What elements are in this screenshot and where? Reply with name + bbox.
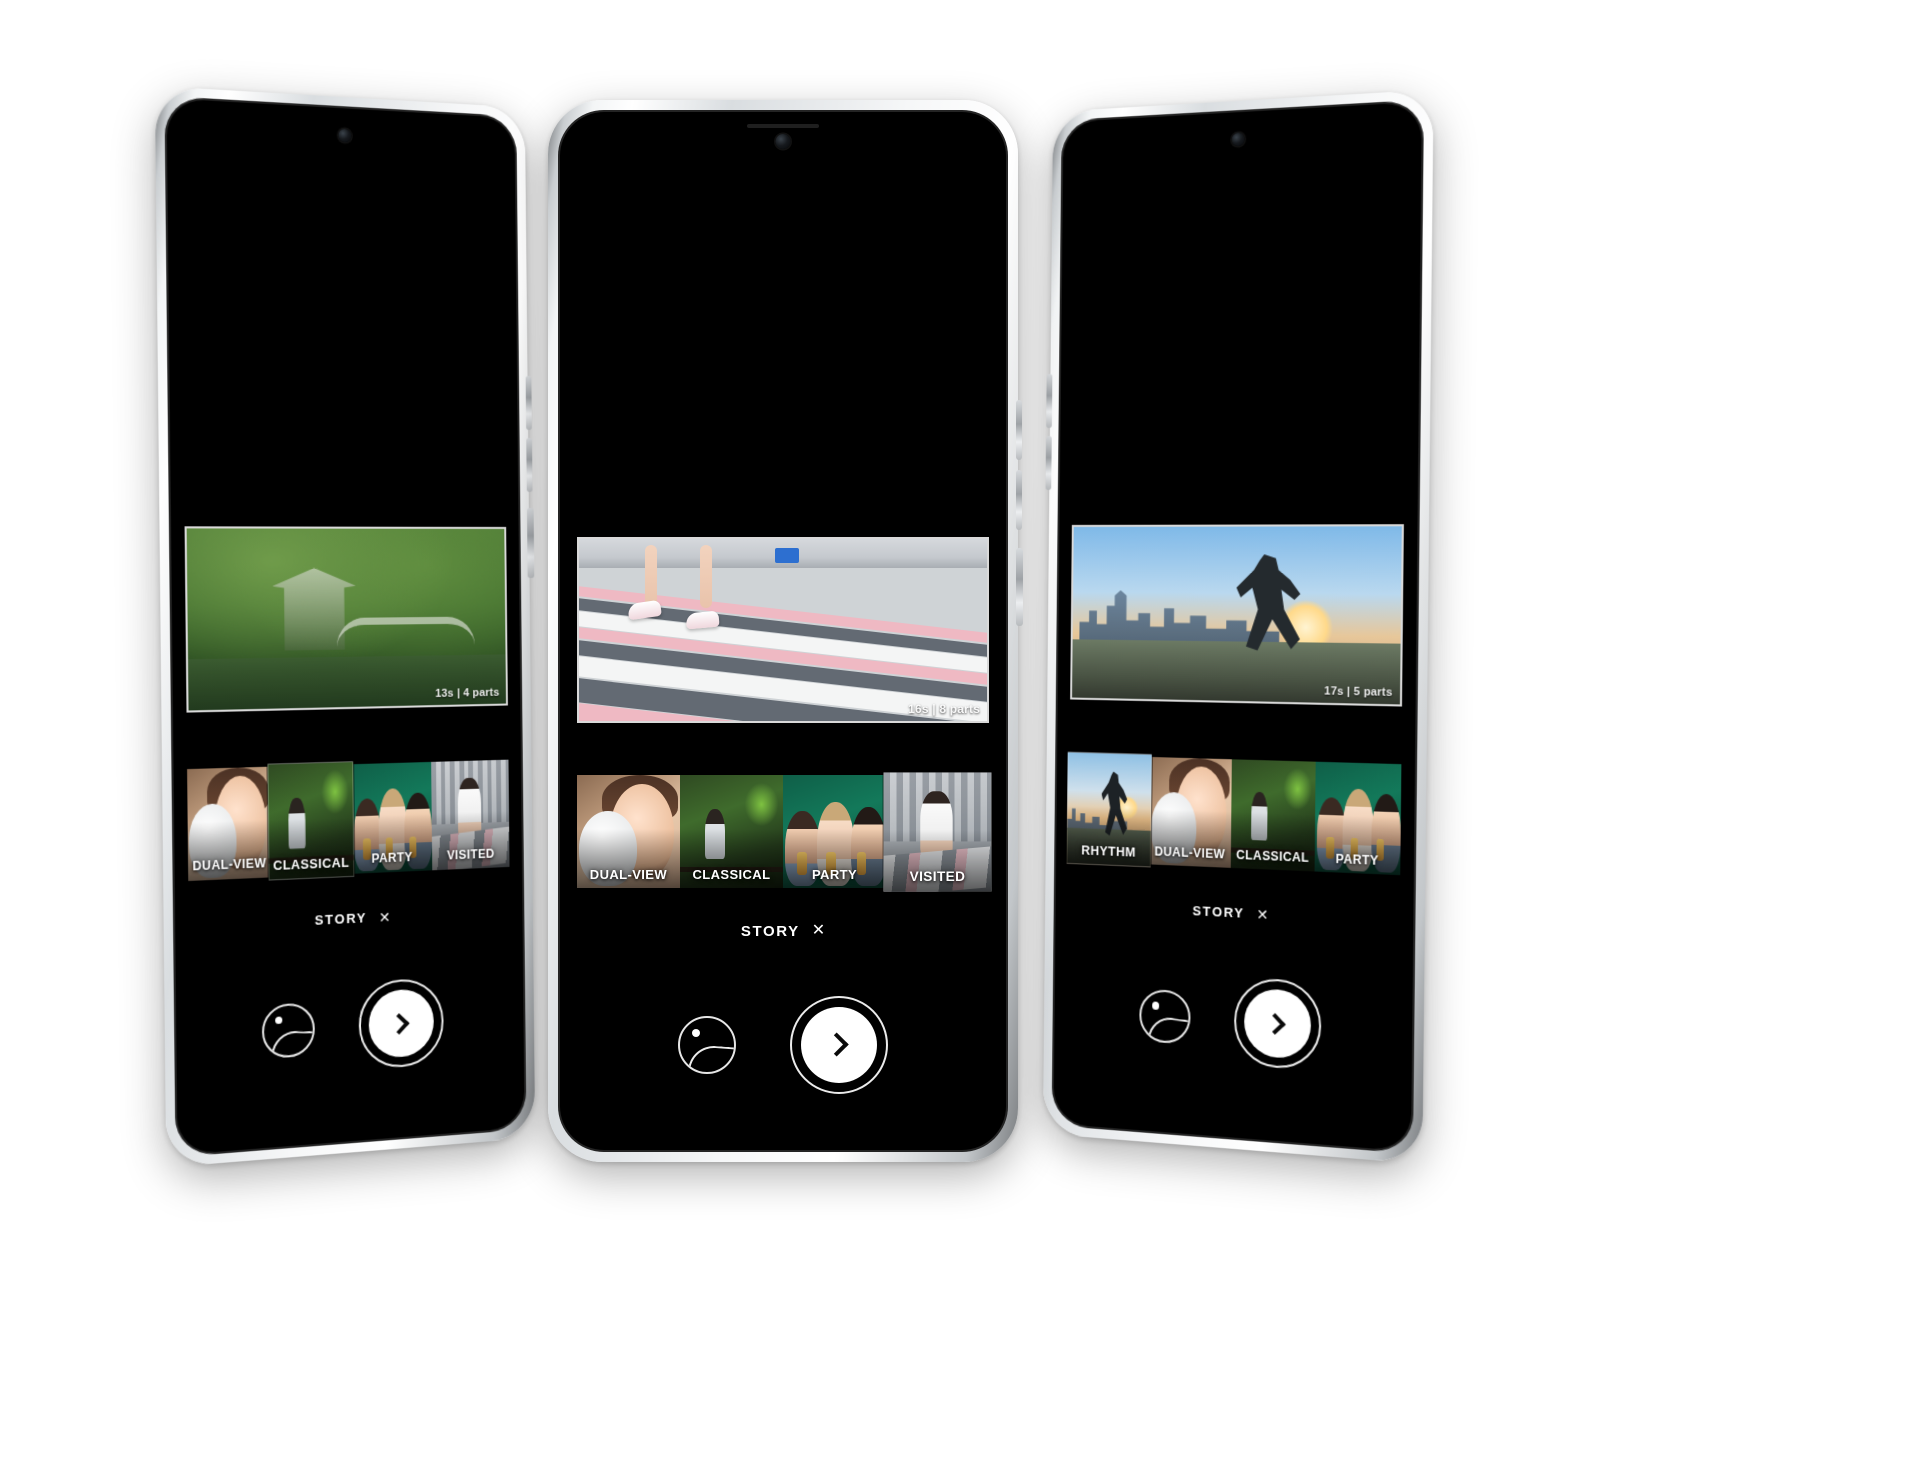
- thumbnail-label: CLASSICAL: [1236, 847, 1310, 865]
- story-mode-label: STORY: [1192, 903, 1245, 921]
- thumbnail-label: DUAL-VIEW: [1154, 843, 1226, 862]
- close-icon[interactable]: ✕: [1256, 906, 1268, 923]
- volume-down-button[interactable]: [526, 437, 533, 493]
- story-thumbnail-strip-left[interactable]: DUAL-VIEW CLASSICAL PARTY VISITED: [186, 759, 510, 881]
- story-mode-label: STORY: [314, 910, 367, 929]
- close-icon[interactable]: ✕: [379, 909, 391, 926]
- front-camera-icon: [775, 134, 791, 149]
- earpiece-speaker: [747, 124, 819, 128]
- story-preview-center[interactable]: 16s | 8 parts: [576, 537, 990, 723]
- chevron-right-icon: [1263, 1012, 1286, 1035]
- thumbnail-party[interactable]: PARTY: [1314, 761, 1402, 876]
- thumbnail-label: VISITED: [909, 868, 966, 884]
- preview-artwork: [186, 528, 507, 711]
- shutter-button[interactable]: [790, 995, 888, 1094]
- chevron-right-icon: [388, 1012, 410, 1035]
- camera-controls-center: [558, 995, 1008, 1094]
- phone-device-right: 17s | 5 parts RHYTHM DUAL-VIEW CLASSICAL…: [1042, 89, 1434, 1165]
- thumbnail-party[interactable]: PARTY: [782, 774, 887, 889]
- thumbnail-label: CLASSICAL: [273, 854, 350, 873]
- story-preview-left[interactable]: 13s | 4 parts: [184, 526, 509, 713]
- thumbnail-dual-view[interactable]: DUAL-VIEW: [576, 774, 680, 889]
- thumbnail-dual-view[interactable]: DUAL-VIEW: [1148, 756, 1232, 868]
- story-thumbnail-strip-center[interactable]: DUAL-VIEW CLASSICAL PARTY VISITED: [576, 772, 992, 891]
- preview-artwork: [1072, 525, 1402, 705]
- thumbnail-visited[interactable]: VISITED: [883, 772, 992, 891]
- preview-duration-label: 17s | 5 parts: [1324, 685, 1393, 700]
- thumbnail-label: RHYTHM: [1081, 842, 1136, 860]
- preview-artwork: [578, 539, 988, 721]
- phone-screen-right: 17s | 5 parts RHYTHM DUAL-VIEW CLASSICAL…: [1051, 99, 1425, 1154]
- front-camera-icon: [338, 128, 352, 143]
- story-thumbnail-strip-right[interactable]: RHYTHM DUAL-VIEW CLASSICAL PARTY: [1066, 751, 1402, 876]
- power-button[interactable]: [526, 507, 535, 579]
- camera-ui-center: 16s | 8 parts DUAL-VIEW CLASSICAL PARTY …: [558, 110, 1008, 1152]
- scene-root: 13s | 4 parts DUAL-VIEW CLASSICAL PARTY …: [0, 0, 1920, 1462]
- thumbnail-visited[interactable]: VISITED: [430, 759, 510, 871]
- preview-duration-label: 13s | 4 parts: [435, 686, 500, 700]
- thumbnail-label: PARTY: [811, 866, 858, 882]
- volume-up-button[interactable]: [1046, 373, 1053, 429]
- volume-up-button[interactable]: [525, 375, 532, 431]
- thumbnail-label: CLASSICAL: [692, 866, 771, 882]
- story-mode-row-left: STORY ✕: [173, 903, 524, 936]
- camera-controls-right: [1052, 967, 1414, 1078]
- chevron-right-icon: [824, 1032, 849, 1057]
- gallery-icon[interactable]: [678, 1015, 736, 1074]
- camera-controls-left: [174, 972, 526, 1083]
- thumbnail-party[interactable]: PARTY: [351, 761, 432, 874]
- camera-ui-right: 17s | 5 parts RHYTHM DUAL-VIEW CLASSICAL…: [1052, 100, 1424, 1154]
- phone-device-center: 16s | 8 parts DUAL-VIEW CLASSICAL PARTY …: [548, 100, 1023, 1162]
- gallery-icon[interactable]: [1139, 988, 1191, 1045]
- story-mode-row-center: STORY ✕: [558, 923, 1008, 940]
- thumbnail-dual-view[interactable]: DUAL-VIEW: [186, 766, 272, 881]
- thumbnail-classical[interactable]: CLASSICAL: [268, 761, 355, 880]
- phone-screen-center: 16s | 8 parts DUAL-VIEW CLASSICAL PARTY …: [558, 110, 1008, 1152]
- volume-down-button[interactable]: [1045, 435, 1052, 491]
- shutter-button[interactable]: [358, 977, 444, 1071]
- shutter-button[interactable]: [1233, 977, 1322, 1072]
- camera-ui-left: 13s | 4 parts DUAL-VIEW CLASSICAL PARTY …: [164, 96, 526, 1157]
- volume-down-button[interactable]: [1016, 470, 1022, 530]
- phone-device-left: 13s | 4 parts DUAL-VIEW CLASSICAL PARTY …: [154, 85, 536, 1168]
- phone-screen-left: 13s | 4 parts DUAL-VIEW CLASSICAL PARTY …: [164, 95, 527, 1158]
- story-preview-right[interactable]: 17s | 5 parts: [1070, 523, 1404, 707]
- thumbnail-rhythm[interactable]: RHYTHM: [1066, 751, 1152, 867]
- story-mode-row-right: STORY ✕: [1054, 896, 1416, 929]
- volume-up-button[interactable]: [1016, 400, 1022, 460]
- preview-duration-label: 16s | 8 parts: [908, 701, 981, 716]
- power-button[interactable]: [1016, 548, 1023, 626]
- thumbnail-label: DUAL-VIEW: [589, 866, 668, 882]
- walking-legs: [626, 544, 799, 647]
- close-icon[interactable]: ✕: [812, 923, 825, 939]
- thumbnail-classical[interactable]: CLASSICAL: [679, 774, 783, 889]
- gallery-icon[interactable]: [261, 1002, 316, 1060]
- thumbnail-classical[interactable]: CLASSICAL: [1230, 758, 1316, 872]
- story-mode-label: STORY: [740, 922, 800, 940]
